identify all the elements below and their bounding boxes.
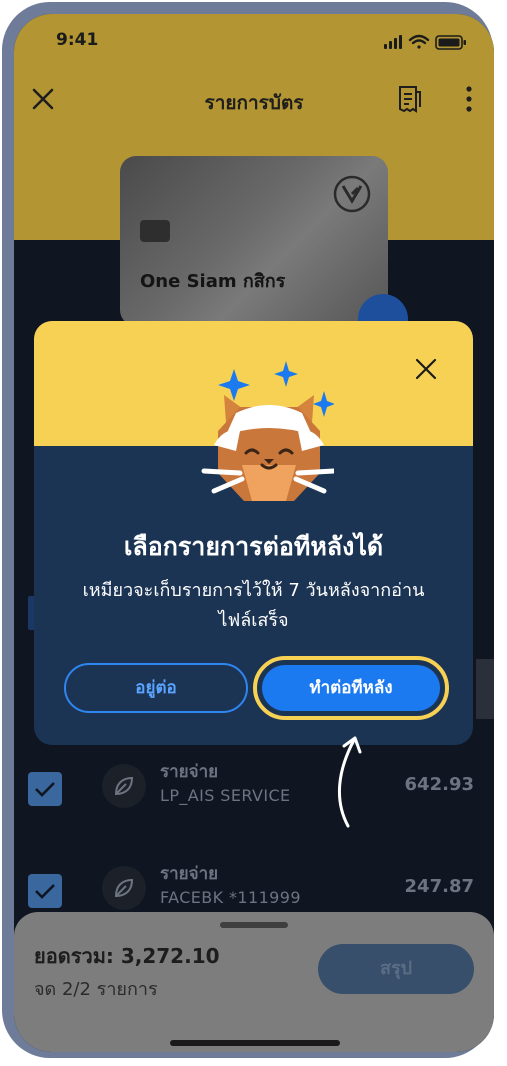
battery-icon xyxy=(435,35,466,50)
home-indicator xyxy=(170,1040,340,1046)
transaction-amount: 642.93 xyxy=(404,774,474,795)
transaction-icon xyxy=(102,866,146,910)
save-for-later-dialog: เลือกรายการต่อทีหลังได้ เหมียวจะเก็บรายก… xyxy=(34,321,473,745)
total-amount: ยอดรวม: 3,272.10 xyxy=(34,944,220,968)
app-screen: 9:41 รายการบัตร One Siam กสิกร รายจ่าย L… xyxy=(14,14,494,1052)
transaction-count: จด 2/2 รายการ xyxy=(34,979,158,1000)
status-bar: 9:41 xyxy=(14,30,494,54)
dialog-title: เลือกรายการต่อทีหลังได้ xyxy=(123,532,384,561)
page-title: รายการบัตร xyxy=(204,92,304,114)
card-chip xyxy=(140,220,170,242)
list-edge xyxy=(476,659,494,719)
pointer-arrow-icon xyxy=(337,736,362,828)
cat-mascot-icon xyxy=(201,361,334,501)
leaf-icon xyxy=(114,878,134,898)
leaf-icon xyxy=(114,776,134,796)
app-header: รายการบัตร xyxy=(14,80,494,120)
transaction-checkbox[interactable] xyxy=(28,874,62,908)
summary-sheet: ยอดรวม: 3,272.10 จด 2/2 รายการ สรุป xyxy=(14,912,494,1052)
credit-card[interactable]: One Siam กสิกร xyxy=(120,156,388,326)
dialog-message: เหมียวจะเก็บรายการไว้ให้ 7 วันหลังจากอ่า… xyxy=(82,580,425,631)
transaction-type: รายจ่าย xyxy=(160,864,219,884)
card-name: One Siam กสิกร xyxy=(140,271,286,292)
more-vertical-icon[interactable] xyxy=(462,84,476,114)
check-icon xyxy=(35,884,55,899)
check-icon xyxy=(35,782,55,797)
receipt-icon[interactable] xyxy=(396,84,422,114)
bank-logo-icon xyxy=(333,175,371,213)
continue-later-button[interactable]: ทำต่อทีหลัง xyxy=(262,665,440,711)
transaction-merchant: FACEBK *111999 xyxy=(160,888,301,907)
transaction-amount: 247.87 xyxy=(404,876,474,897)
transaction-icon xyxy=(102,764,146,808)
transaction-checkbox[interactable] xyxy=(28,772,62,806)
stay-button[interactable]: อยู่ต่อ xyxy=(64,663,248,713)
transaction-type: รายจ่าย xyxy=(160,762,219,782)
wifi-icon xyxy=(408,34,430,49)
close-icon[interactable] xyxy=(414,357,438,381)
transaction-row[interactable]: รายจ่าย LP_AIS SERVICE 642.93 xyxy=(14,758,494,838)
summary-button[interactable]: สรุป xyxy=(318,944,474,994)
status-icons xyxy=(384,34,466,50)
status-time: 9:41 xyxy=(56,30,99,50)
cellular-signal-icon xyxy=(384,35,402,49)
sheet-handle[interactable] xyxy=(220,922,288,928)
transaction-merchant: LP_AIS SERVICE xyxy=(160,786,291,805)
